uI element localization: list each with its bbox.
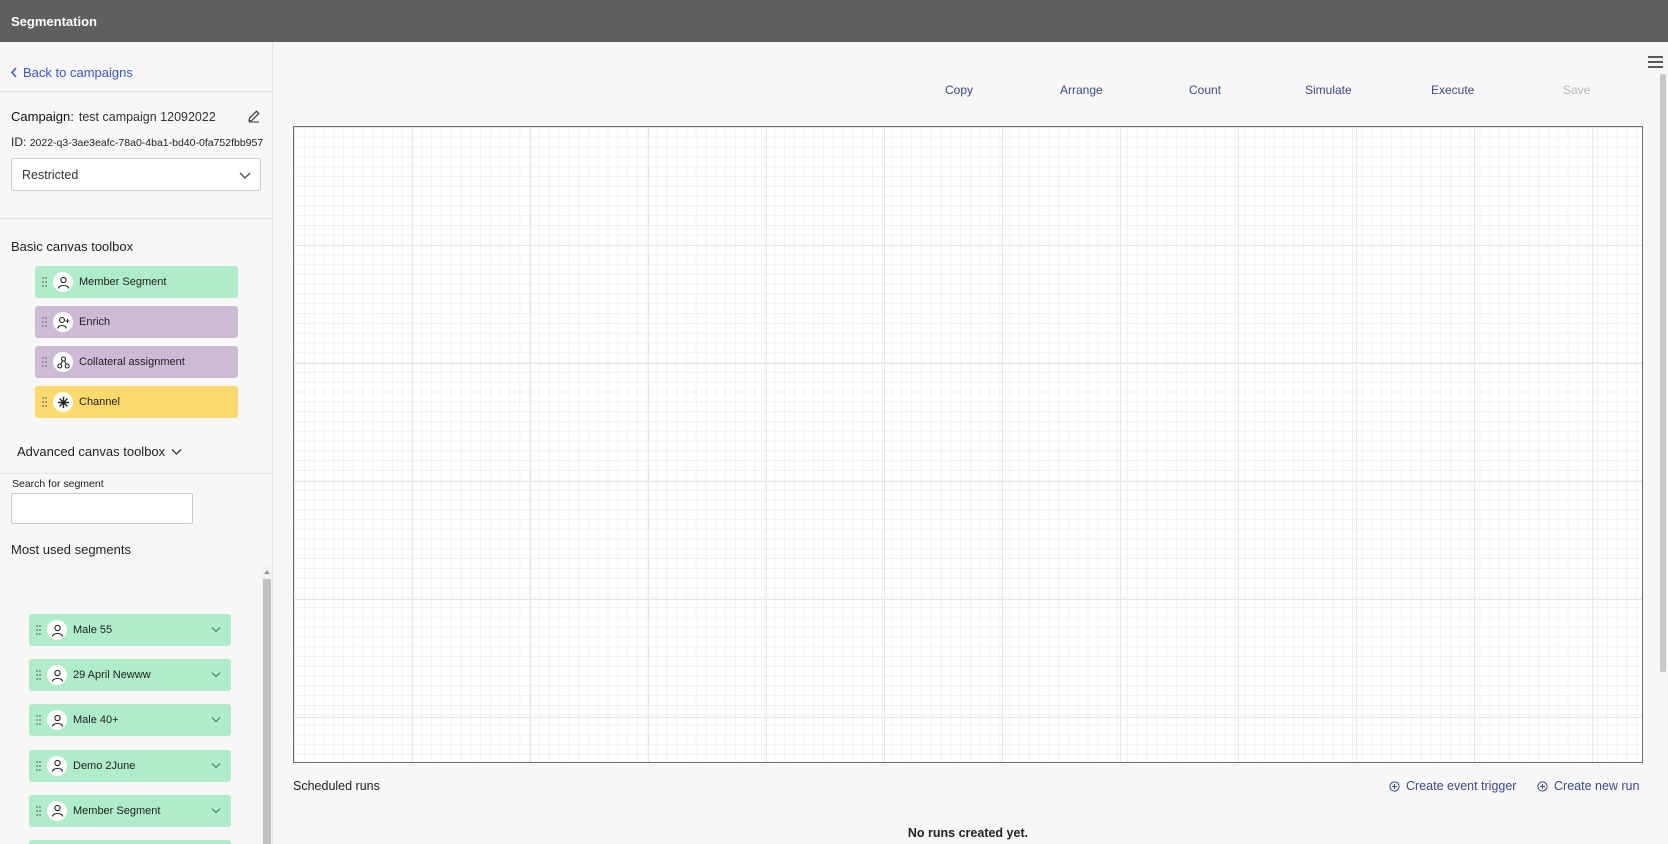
tool-collateral-assignment[interactable]: Collateral assignment	[35, 346, 238, 378]
tool-member-segment[interactable]: Member Segment	[35, 266, 238, 298]
no-runs-message: No runs created yet.	[907, 826, 1029, 840]
scheduled-runs-title: Scheduled runs	[293, 779, 380, 793]
id-label: ID:	[11, 135, 27, 149]
share-nodes-icon	[53, 352, 73, 372]
campaign-canvas[interactable]	[293, 126, 1643, 763]
advanced-toolbox-title: Advanced canvas toolbox	[17, 444, 166, 459]
tool-label: Channel	[79, 396, 120, 408]
sidebar: Back to campaigns Campaign: test campaig…	[0, 42, 273, 844]
main-scrollbar-thumb[interactable]	[1660, 74, 1666, 672]
drag-handle-icon[interactable]	[35, 669, 42, 681]
segment-item[interactable]: 55M or child M	[29, 840, 231, 844]
drag-handle-icon[interactable]	[41, 396, 48, 408]
person-icon	[47, 755, 67, 776]
access-level-select[interactable]: Restricted	[11, 158, 261, 191]
segment-label: Member Segment	[73, 804, 161, 817]
campaign-id-row: ID: 2022-q3-3ae3eafc-78a0-4ba1-bd40-0fa7…	[11, 135, 263, 149]
create-new-run-label: Create new run	[1554, 779, 1640, 793]
person-icon	[47, 800, 67, 821]
scrollbar-thumb[interactable]	[263, 579, 271, 844]
campaign-name: test campaign 12092022	[78, 109, 216, 124]
segment-item[interactable]: Member Segment	[29, 794, 231, 827]
segment-item[interactable]: Male 55	[29, 614, 231, 646]
chevron-down-icon[interactable]	[211, 807, 221, 815]
chevron-down-icon[interactable]	[211, 671, 221, 679]
plus-circle-icon	[1537, 780, 1548, 792]
back-link-label: Back to campaigns	[23, 65, 133, 80]
segment-list: Male 55 29 April Newww Male 40+ Demo 2June M…	[0, 567, 272, 844]
create-event-trigger-button[interactable]: Create event trigger	[1389, 779, 1516, 793]
tool-label: Enrich	[79, 316, 111, 328]
pencil-icon[interactable]	[247, 109, 261, 123]
count-button[interactable]: Count	[1189, 83, 1221, 97]
drag-handle-icon[interactable]	[35, 624, 42, 636]
chevron-down-icon	[171, 448, 182, 455]
segment-search-input[interactable]	[11, 493, 193, 524]
drag-handle-icon[interactable]	[35, 805, 42, 817]
advanced-toolbox-toggle[interactable]: Advanced canvas toolbox	[17, 444, 182, 459]
campaign-label: Campaign:	[11, 109, 74, 124]
tool-enrich[interactable]: Enrich	[35, 306, 238, 338]
chevron-down-icon	[239, 172, 251, 179]
basic-toolbox-title: Basic canvas toolbox	[11, 239, 134, 254]
save-button[interactable]: Save	[1563, 83, 1590, 97]
chevron-left-icon	[10, 67, 17, 78]
segment-item[interactable]: Male 40+	[29, 704, 231, 737]
person-add-icon	[53, 312, 73, 332]
drag-handle-icon[interactable]	[41, 356, 48, 368]
segment-label: Male 40+	[73, 714, 119, 727]
back-to-campaigns-link[interactable]: Back to campaigns	[10, 65, 133, 80]
divider	[0, 91, 272, 92]
segment-label: Male 55	[73, 624, 113, 636]
chevron-down-icon[interactable]	[211, 626, 221, 634]
chevron-down-icon[interactable]	[211, 716, 221, 724]
most-used-title: Most used segments	[11, 542, 131, 557]
scroll-up-arrow-icon[interactable]	[262, 567, 272, 577]
copy-button[interactable]: Copy	[945, 83, 973, 97]
tool-channel[interactable]: Channel	[35, 386, 238, 418]
person-icon	[47, 620, 67, 640]
hamburger-menu-icon[interactable]	[1647, 55, 1664, 69]
app-title: Segmentation	[11, 13, 97, 29]
segment-label: 29 April Newww	[73, 669, 151, 682]
asterisk-icon	[53, 392, 73, 412]
person-icon	[47, 710, 67, 731]
drag-handle-icon[interactable]	[35, 714, 42, 726]
campaign-name-row: Campaign: test campaign 12092022	[11, 109, 261, 124]
arrange-button[interactable]: Arrange	[1060, 83, 1103, 97]
create-new-run-button[interactable]: Create new run	[1537, 779, 1639, 793]
app-header: Segmentation	[0, 0, 1668, 42]
create-event-trigger-label: Create event trigger	[1406, 779, 1517, 793]
plus-circle-icon	[1389, 780, 1400, 792]
divider	[0, 473, 272, 474]
chevron-down-icon[interactable]	[211, 762, 221, 770]
divider	[0, 218, 272, 219]
search-label: Search for segment	[12, 478, 104, 490]
drag-handle-icon[interactable]	[41, 276, 48, 288]
execute-button[interactable]: Execute	[1431, 83, 1474, 97]
segment-item[interactable]: 29 April Newww	[29, 659, 231, 692]
tool-label: Collateral assignment	[79, 356, 185, 368]
campaign-id: 2022-q3-3ae3eafc-78a0-4ba1-bd40-0fa752fb…	[29, 137, 264, 149]
drag-handle-icon[interactable]	[41, 316, 48, 328]
person-icon	[53, 272, 73, 292]
access-level-value: Restricted	[22, 167, 79, 182]
segment-label: Demo 2June	[73, 759, 136, 772]
person-icon	[47, 665, 67, 686]
drag-handle-icon[interactable]	[35, 760, 42, 772]
simulate-button[interactable]: Simulate	[1305, 83, 1352, 97]
segment-item[interactable]: Demo 2June	[29, 749, 231, 782]
tool-label: Member Segment	[79, 276, 167, 288]
